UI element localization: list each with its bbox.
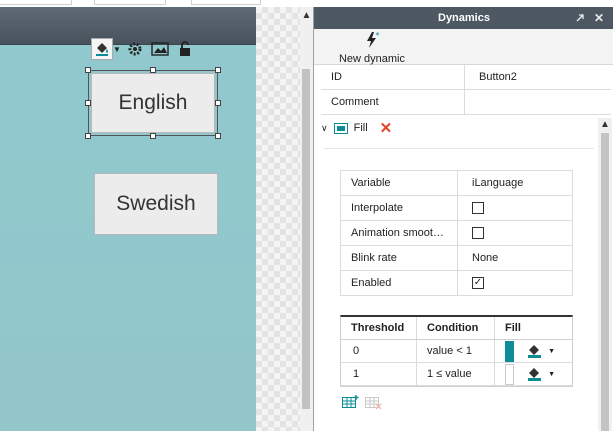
threshold-table: Threshold Condition Fill 0 value < 1 ▼ 1… xyxy=(340,315,573,387)
gear-icon[interactable] xyxy=(124,38,146,60)
svg-text:*: * xyxy=(376,31,380,40)
collapse-chevron-icon[interactable]: ∨ xyxy=(321,123,328,134)
setting-row-variable: Variable iLanguage xyxy=(340,171,573,196)
chevron-down-icon: ▼ xyxy=(548,347,555,355)
new-dynamic-button[interactable]: * New dynamic xyxy=(334,31,410,65)
scroll-up-icon[interactable]: ▲ xyxy=(300,9,313,21)
setting-key: Interpolate xyxy=(341,196,458,220)
condition-cell: 1 ≤ value xyxy=(417,363,495,385)
threshold-cell[interactable]: 0 xyxy=(341,340,417,362)
delete-row-icon[interactable] xyxy=(365,395,382,413)
top-field[interactable] xyxy=(0,0,72,5)
close-icon[interactable]: ✕ xyxy=(592,11,606,25)
canvas-vertical-scrollbar[interactable]: ▲ xyxy=(300,7,313,431)
delete-dynamic-icon[interactable]: ✕ xyxy=(380,121,393,136)
fill-settings-grid: Variable iLanguage Interpolate Animation… xyxy=(340,170,573,296)
object-floating-toolbar: ▼ xyxy=(91,36,196,62)
panel-title: Dynamics xyxy=(438,12,490,24)
resize-handle[interactable] xyxy=(85,67,91,73)
fill-bucket-icon[interactable] xyxy=(91,38,113,60)
add-row-icon[interactable] xyxy=(342,395,359,413)
prop-key: ID xyxy=(321,65,465,89)
setting-key: Blink rate xyxy=(341,246,458,270)
column-header[interactable]: Fill xyxy=(495,317,572,339)
resize-handle[interactable] xyxy=(215,133,221,139)
resize-handle[interactable] xyxy=(85,100,91,106)
swedish-button[interactable]: Swedish xyxy=(94,173,218,235)
fill-color-swatch[interactable] xyxy=(505,363,514,385)
setting-row-blink-rate: Blink rate None xyxy=(340,246,573,271)
divider xyxy=(324,148,594,149)
fill-bucket-icon xyxy=(528,345,541,358)
resize-handle[interactable] xyxy=(85,133,91,139)
prop-value[interactable]: Button2 xyxy=(465,71,517,83)
variable-value[interactable]: iLanguage xyxy=(458,177,523,189)
resize-handle[interactable] xyxy=(150,67,156,73)
prop-row-id: ID Button2 xyxy=(321,65,611,90)
lightning-add-icon: * xyxy=(367,31,380,48)
enabled-checkbox[interactable]: ✓ xyxy=(472,277,484,289)
chevron-down-icon: ▼ xyxy=(548,370,555,378)
dynamics-scrollbar[interactable]: ▲ xyxy=(598,118,612,431)
undock-icon[interactable] xyxy=(573,11,587,25)
setting-key: Enabled xyxy=(341,271,458,295)
top-field-strip xyxy=(0,0,313,7)
resize-handle[interactable] xyxy=(150,133,156,139)
dynamics-panel: Dynamics ✕ * New dynamic ID Button2 Comm… xyxy=(313,7,613,431)
new-dynamic-label: New dynamic xyxy=(338,53,406,65)
column-header[interactable]: Condition xyxy=(417,317,495,339)
fill-color-swatch[interactable] xyxy=(505,340,514,362)
resize-handle[interactable] xyxy=(215,67,221,73)
table-row[interactable]: 1 1 ≤ value ▼ xyxy=(341,363,572,386)
lock-icon[interactable] xyxy=(174,38,196,60)
setting-key: Animation smoot… xyxy=(341,221,458,245)
table-tools xyxy=(342,395,382,413)
prop-key: Comment xyxy=(321,90,465,114)
blink-rate-value[interactable]: None xyxy=(458,252,498,264)
fill-dropdown[interactable]: ▼ xyxy=(524,342,558,360)
animation-smoothing-checkbox[interactable] xyxy=(472,227,484,239)
setting-row-interpolate: Interpolate xyxy=(340,196,573,221)
fill-bucket-icon xyxy=(528,368,541,381)
table-row[interactable]: 0 value < 1 ▼ xyxy=(341,340,572,363)
threshold-table-header: Threshold Condition Fill xyxy=(341,317,572,340)
setting-key: Variable xyxy=(341,171,458,195)
setting-row-animation: Animation smoot… xyxy=(340,221,573,246)
resize-handle[interactable] xyxy=(215,100,221,106)
top-field[interactable] xyxy=(94,0,166,5)
condition-cell: value < 1 xyxy=(417,340,495,362)
panel-title-bar: Dynamics ✕ xyxy=(314,7,613,29)
scroll-up-icon[interactable]: ▲ xyxy=(598,118,612,131)
top-field[interactable] xyxy=(191,0,261,5)
fill-dynamic-header[interactable]: ∨ Fill ✕ xyxy=(321,118,601,138)
image-icon[interactable] xyxy=(149,38,171,60)
threshold-cell[interactable]: 1 xyxy=(341,363,417,385)
swedish-button-label: Swedish xyxy=(116,192,196,215)
fill-dynamic-icon xyxy=(333,122,348,134)
prop-row-comment: Comment xyxy=(321,90,611,115)
dynamic-name: Fill xyxy=(353,122,368,134)
panel-toolbar: * New dynamic xyxy=(314,29,613,65)
column-header[interactable]: Threshold xyxy=(341,317,417,339)
interpolate-checkbox[interactable] xyxy=(472,202,484,214)
english-button[interactable]: English xyxy=(91,73,215,133)
fill-dropdown[interactable]: ▼ xyxy=(524,365,558,383)
chevron-down-icon[interactable]: ▼ xyxy=(113,45,121,54)
scrollbar-thumb[interactable] xyxy=(302,69,310,409)
scrollbar-thumb[interactable] xyxy=(601,133,609,431)
setting-row-enabled: Enabled ✓ xyxy=(340,271,573,296)
canvas-margin xyxy=(256,7,300,431)
english-button-label: English xyxy=(118,91,188,114)
